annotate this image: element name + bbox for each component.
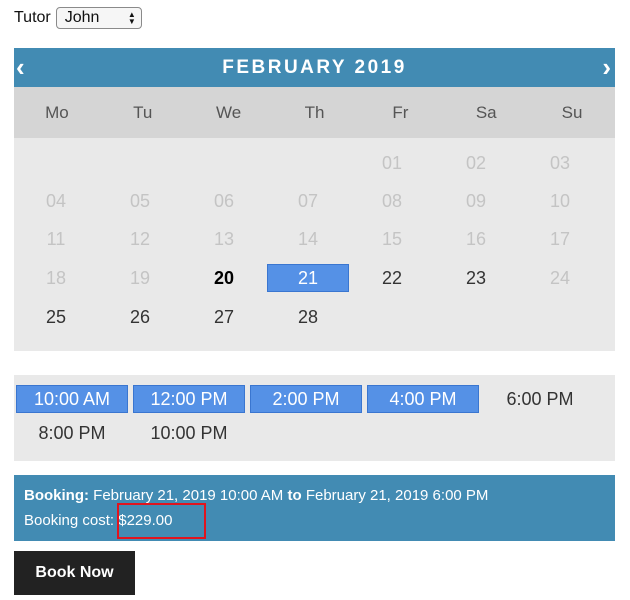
- day-cell: 13: [213, 228, 235, 249]
- weekday-th: Th: [304, 102, 325, 122]
- weekday-mo: Mo: [45, 102, 69, 122]
- day-cell: 08: [381, 190, 403, 211]
- time-slot[interactable]: 12:00 PM: [133, 385, 245, 413]
- day-cell[interactable]: 20: [183, 264, 265, 292]
- day-cell: 03: [549, 152, 571, 173]
- booking-to: to: [287, 487, 302, 504]
- next-month-icon[interactable]: ›: [602, 52, 611, 83]
- booking-summary: Booking: February 21, 2019 10:00 AM to F…: [14, 475, 615, 541]
- day-cell: 09: [465, 190, 487, 211]
- day-cell: 10: [549, 190, 571, 211]
- book-now-button[interactable]: Book Now: [14, 551, 135, 595]
- weekday-fr: Fr: [392, 102, 409, 122]
- tutor-row: Tutor John ▲ ▼: [14, 6, 142, 30]
- day-cell[interactable]: 27: [183, 303, 265, 331]
- calendar-header: ‹ FEBRUARY 2019 ›: [14, 48, 615, 87]
- day-cell[interactable]: 28: [267, 303, 349, 331]
- prev-month-icon[interactable]: ‹: [16, 52, 25, 83]
- booking-cost-label: Booking cost:: [24, 512, 115, 529]
- day-cell: 24: [549, 267, 571, 288]
- time-slots-panel: 10:00 AM 12:00 PM 2:00 PM 4:00 PM 6:00 PM 8:0…: [14, 375, 615, 461]
- day-cell: 06: [213, 190, 235, 211]
- day-cell: 16: [465, 228, 487, 249]
- time-slot[interactable]: 6:00 PM: [484, 385, 596, 413]
- day-cell: 18: [45, 267, 67, 288]
- time-slot[interactable]: 4:00 PM: [367, 385, 479, 413]
- weekday-we: We: [216, 102, 242, 122]
- time-slot[interactable]: 2:00 PM: [250, 385, 362, 413]
- day-cell: 04: [45, 190, 67, 211]
- weekday-sa: Sa: [475, 102, 497, 122]
- booking-end: February 21, 2019 6:00 PM: [305, 487, 489, 504]
- tutor-select-value: John: [64, 9, 100, 26]
- day-cell[interactable]: 26: [99, 303, 181, 331]
- weekday-tu: Tu: [133, 102, 153, 122]
- day-cell: 07: [297, 190, 319, 211]
- booking-label: Booking:: [24, 487, 89, 504]
- weekday-su: Su: [561, 102, 583, 122]
- tutor-select[interactable]: John ▲ ▼: [55, 7, 142, 29]
- day-cell[interactable]: 22: [351, 264, 433, 292]
- day-cell[interactable]: 21: [267, 264, 349, 292]
- calendar-title: FEBRUARY 2019: [222, 56, 407, 78]
- day-cell: 12: [129, 228, 151, 249]
- day-cell: 14: [297, 228, 319, 249]
- time-slot[interactable]: 10:00 PM: [133, 419, 245, 447]
- select-arrows-icon: ▲ ▼: [127, 10, 136, 26]
- time-slot[interactable]: 8:00 PM: [16, 419, 128, 447]
- day-cell[interactable]: 25: [15, 303, 97, 331]
- day-cell: 01: [381, 152, 403, 173]
- calendar-days-grid: 01 02 03 04 05 06 07 08 09 10 11 12 13 14 15 16 17 18 19 20…: [14, 138, 615, 351]
- tutor-label: Tutor: [14, 9, 51, 26]
- cost-highlight-box: [117, 503, 206, 539]
- day-cell: 05: [129, 190, 151, 211]
- time-slot[interactable]: 10:00 AM: [16, 385, 128, 413]
- day-cell: 15: [381, 228, 403, 249]
- day-cell: 11: [46, 228, 66, 249]
- day-cell: 17: [549, 228, 571, 249]
- day-cell[interactable]: 23: [435, 264, 517, 292]
- weekday-header: Mo Tu We Th Fr Sa Su: [14, 87, 615, 138]
- booking-range: Booking: February 21, 2019 10:00 AM to F…: [24, 487, 488, 504]
- day-cell: 19: [129, 267, 151, 288]
- booking-start: February 21, 2019 10:00 AM: [93, 487, 284, 504]
- day-cell: 02: [465, 152, 487, 173]
